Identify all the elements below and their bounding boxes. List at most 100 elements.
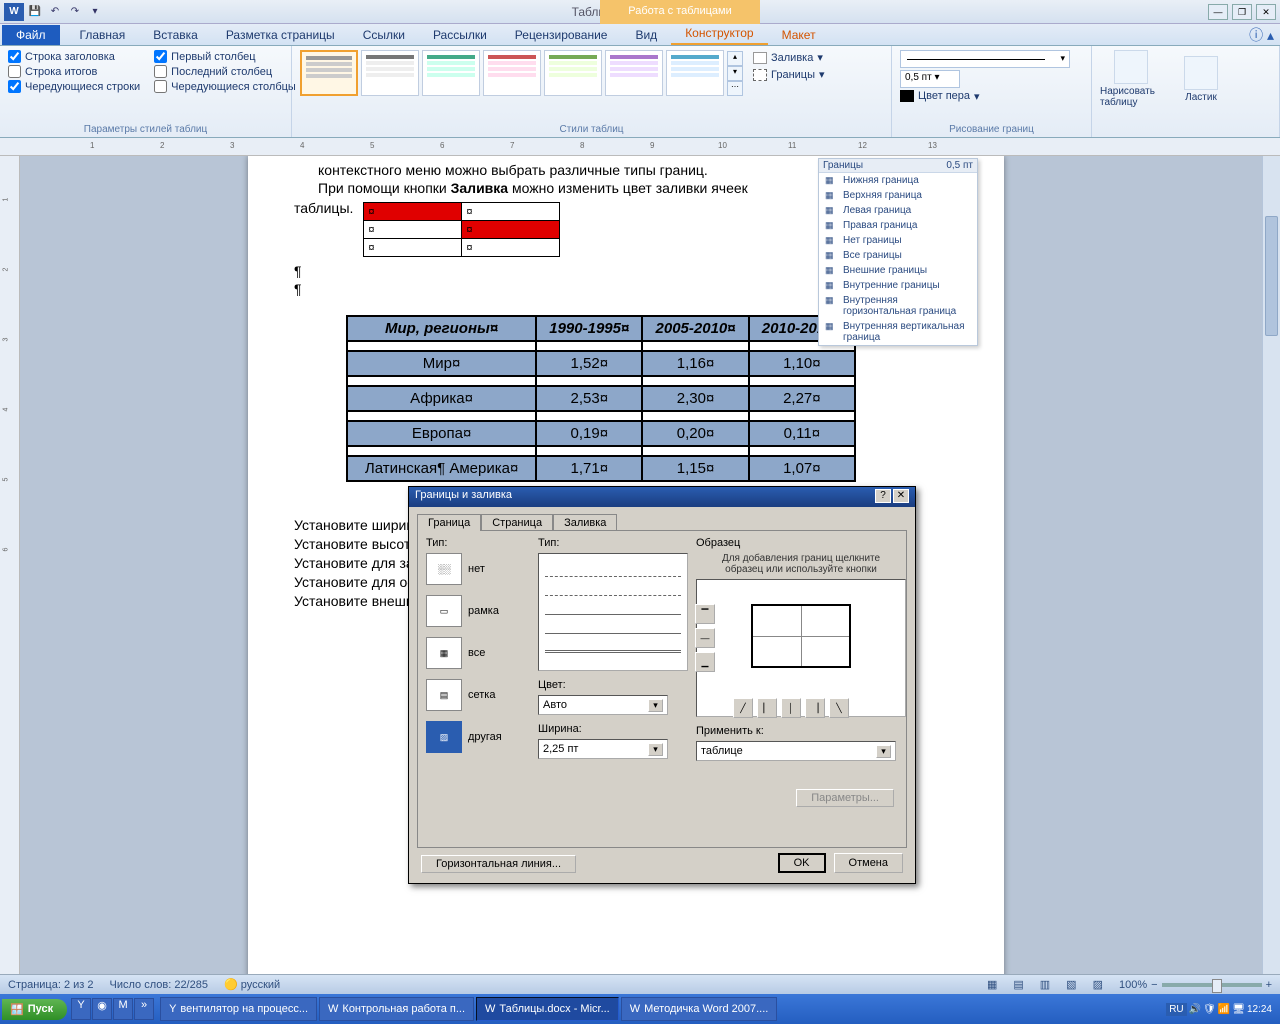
- check-total-row[interactable]: Строка итогов: [8, 65, 140, 78]
- width-combo[interactable]: 2,25 пт▾: [538, 739, 668, 759]
- tab-file[interactable]: Файл: [2, 25, 60, 45]
- zoom-out-icon[interactable]: −: [1151, 979, 1157, 991]
- check-header-row[interactable]: Строка заголовка: [8, 50, 140, 63]
- redo-icon[interactable]: ↷: [66, 3, 84, 21]
- menu-inside-h-border[interactable]: Внутренняя горизонтальная граница: [819, 293, 977, 319]
- table-style-7[interactable]: [666, 50, 724, 96]
- ql-3[interactable]: M: [113, 998, 133, 1020]
- view-print-icon[interactable]: ▦: [987, 978, 997, 991]
- minimize-button[interactable]: —: [1208, 4, 1228, 20]
- clock[interactable]: 12:24: [1247, 1004, 1272, 1015]
- task-4[interactable]: W Методичка Word 2007....: [621, 997, 778, 1021]
- vertical-scrollbar[interactable]: [1262, 156, 1280, 974]
- menu-inside-borders[interactable]: Внутренние границы: [819, 278, 977, 293]
- menu-outside-borders[interactable]: Внешние границы: [819, 263, 977, 278]
- edge-mid-h[interactable]: ―: [695, 628, 715, 648]
- dialog-tab-fill[interactable]: Заливка: [553, 514, 617, 531]
- apply-to-combo[interactable]: таблице▾: [696, 741, 896, 761]
- status-words[interactable]: Число слов: 22/285: [110, 979, 208, 991]
- tab-insert[interactable]: Вставка: [139, 25, 212, 45]
- tray-icon-4[interactable]: 🖥: [1232, 1004, 1245, 1015]
- tray-icon-3[interactable]: 📶: [1218, 1004, 1230, 1015]
- ql-1[interactable]: Y: [71, 998, 91, 1020]
- type-other[interactable]: ▨другая: [426, 721, 534, 753]
- tab-references[interactable]: Ссылки: [349, 25, 419, 45]
- ql-4[interactable]: »: [134, 998, 154, 1020]
- type-grid[interactable]: ▤сетка: [426, 679, 534, 711]
- ql-2[interactable]: ◉: [92, 998, 112, 1020]
- gallery-down-icon[interactable]: ▾: [727, 66, 743, 81]
- help-icon[interactable]: ⓘ ▴: [1249, 25, 1280, 45]
- borders-button[interactable]: Границы ▾: [749, 67, 829, 82]
- check-first-col[interactable]: Первый столбец: [154, 50, 296, 63]
- menu-left-border[interactable]: Левая граница: [819, 203, 977, 218]
- table-style-6[interactable]: [605, 50, 663, 96]
- dialog-tab-page[interactable]: Страница: [481, 514, 553, 531]
- tray-icon-2[interactable]: 🛡: [1203, 1004, 1216, 1015]
- menu-top-border[interactable]: Верхняя граница: [819, 188, 977, 203]
- hline-button[interactable]: Горизонтальная линия...: [421, 855, 576, 873]
- menu-no-border[interactable]: Нет границы: [819, 233, 977, 248]
- draw-table-button[interactable]: Нарисовать таблицу: [1100, 50, 1162, 108]
- edge-bot[interactable]: ▁: [695, 652, 715, 672]
- restore-button[interactable]: ❐: [1232, 4, 1252, 20]
- menu-all-borders[interactable]: Все границы: [819, 248, 977, 263]
- color-combo[interactable]: Авто▾: [538, 695, 668, 715]
- line-style-list[interactable]: [538, 553, 688, 671]
- lang-indicator[interactable]: RU: [1166, 1003, 1186, 1016]
- type-box[interactable]: ▭рамка: [426, 595, 534, 627]
- close-button[interactable]: ✕: [1256, 4, 1276, 20]
- tray-icon-1[interactable]: 🔊: [1189, 1004, 1201, 1015]
- border-preview[interactable]: ▔―▁ ╱▏│▕╲: [696, 579, 906, 717]
- horizontal-ruler[interactable]: 12345678910111213: [0, 138, 1280, 156]
- params-button[interactable]: Параметры...: [796, 789, 894, 807]
- edge-right[interactable]: ▕: [805, 698, 825, 718]
- status-lang[interactable]: 🟡 русский: [224, 978, 280, 991]
- task-3[interactable]: W Таблицы.docx - Micr...: [476, 997, 619, 1021]
- start-button[interactable]: 🪟 Пуск: [2, 999, 67, 1020]
- view-read-icon[interactable]: ▤: [1013, 978, 1023, 991]
- line-style-select[interactable]: ▾: [900, 50, 1070, 68]
- edge-mid-v[interactable]: │: [781, 698, 801, 718]
- type-none[interactable]: ░░нет: [426, 553, 534, 585]
- table-style-1[interactable]: [300, 50, 358, 96]
- zoom-value[interactable]: 100%: [1119, 979, 1147, 991]
- dialog-close-button[interactable]: ✕: [893, 489, 909, 503]
- save-icon[interactable]: 💾: [26, 3, 44, 21]
- edge-diag2[interactable]: ╲: [829, 698, 849, 718]
- tab-table-layout[interactable]: Макет: [768, 25, 830, 45]
- undo-icon[interactable]: ↶: [46, 3, 64, 21]
- tab-page-layout[interactable]: Разметка страницы: [212, 25, 349, 45]
- dialog-tab-border[interactable]: Граница: [417, 514, 481, 531]
- zoom-slider[interactable]: [1162, 983, 1262, 987]
- task-1[interactable]: Y вентилятор на процесс...: [160, 997, 317, 1021]
- eraser-button[interactable]: Ластик: [1170, 56, 1232, 103]
- table-style-3[interactable]: [422, 50, 480, 96]
- table-style-4[interactable]: [483, 50, 541, 96]
- tab-review[interactable]: Рецензирование: [501, 25, 622, 45]
- gallery-more-icon[interactable]: ⋯: [727, 81, 743, 96]
- view-web-icon[interactable]: ▥: [1040, 978, 1050, 991]
- check-banded-cols[interactable]: Чередующиеся столбцы: [154, 80, 296, 93]
- cancel-button[interactable]: Отмена: [834, 853, 903, 873]
- menu-right-border[interactable]: Правая граница: [819, 218, 977, 233]
- word-icon[interactable]: W: [4, 3, 24, 21]
- tab-view[interactable]: Вид: [621, 25, 671, 45]
- edge-diag1[interactable]: ╱: [733, 698, 753, 718]
- menu-bottom-border[interactable]: Нижняя граница: [819, 173, 977, 188]
- type-all[interactable]: ▦все: [426, 637, 534, 669]
- shading-button[interactable]: Заливка ▾: [749, 50, 829, 65]
- gallery-up-icon[interactable]: ▴: [727, 51, 743, 66]
- vertical-ruler[interactable]: 123456: [0, 156, 20, 974]
- view-outline-icon[interactable]: ▧: [1066, 978, 1076, 991]
- zoom-in-icon[interactable]: +: [1266, 979, 1272, 991]
- menu-inside-v-border[interactable]: Внутренняя вертикальная граница: [819, 319, 977, 345]
- qat-more-icon[interactable]: ▾: [86, 3, 104, 21]
- status-page[interactable]: Страница: 2 из 2: [8, 979, 94, 991]
- check-banded-rows[interactable]: Чередующиеся строки: [8, 80, 140, 93]
- ok-button[interactable]: OK: [778, 853, 826, 873]
- view-draft-icon[interactable]: ▨: [1093, 978, 1103, 991]
- table-style-2[interactable]: [361, 50, 419, 96]
- tab-mailings[interactable]: Рассылки: [419, 25, 501, 45]
- table-style-5[interactable]: [544, 50, 602, 96]
